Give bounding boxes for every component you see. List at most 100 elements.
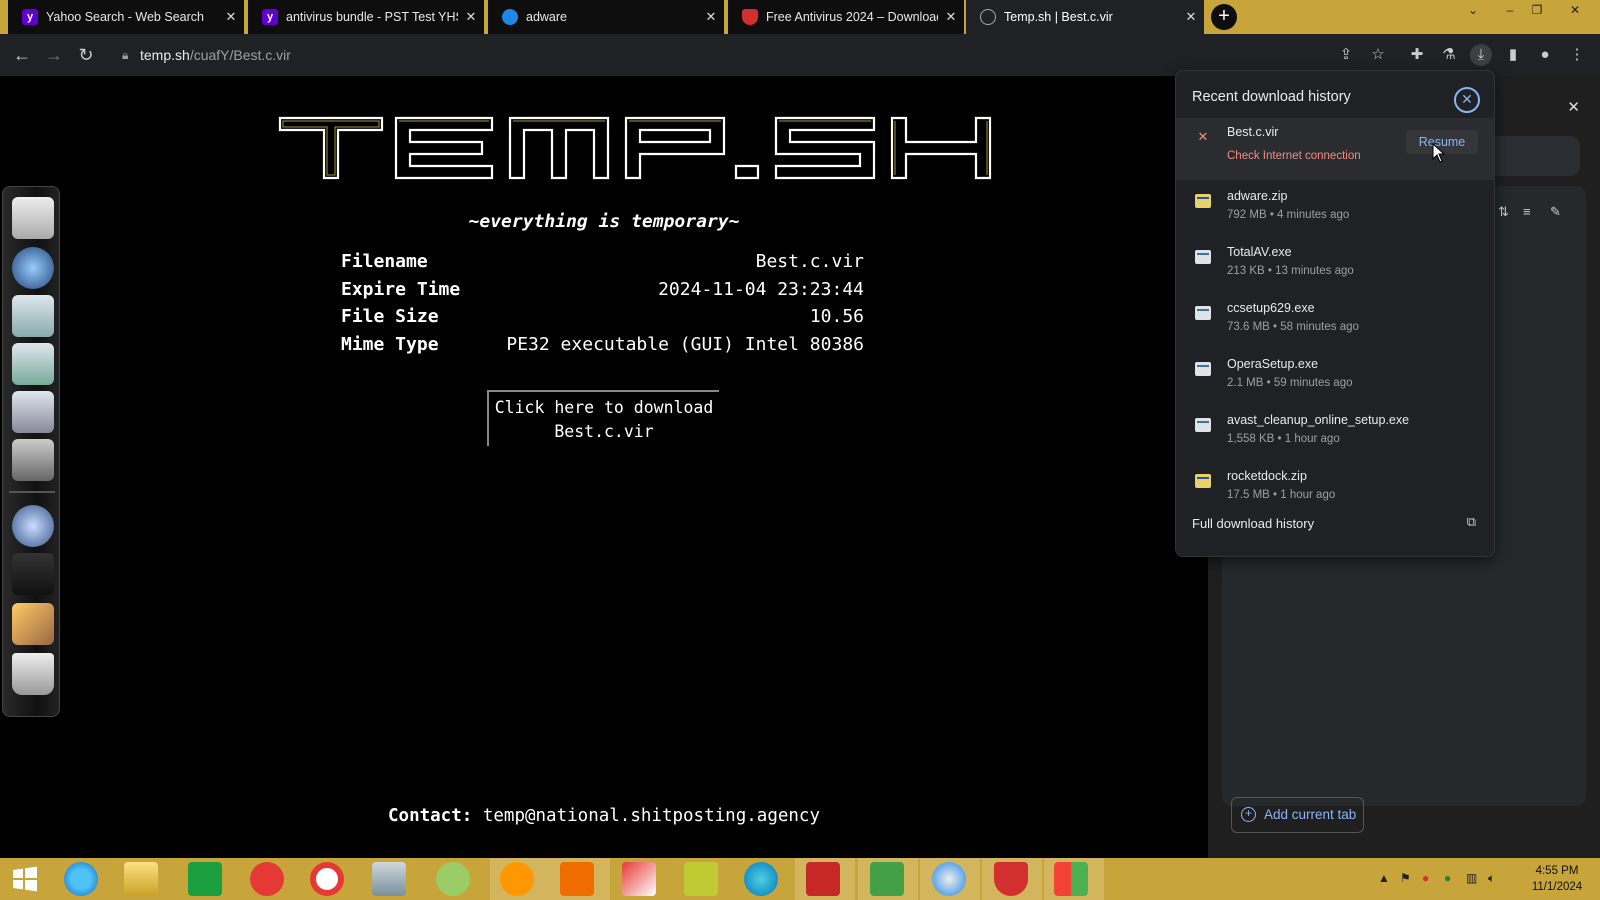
sort-icon[interactable]: ⇅	[1498, 204, 1509, 220]
yandex-browser-icon[interactable]	[310, 862, 344, 896]
minimize-button[interactable]: –	[1495, 0, 1525, 22]
close-window-button[interactable]: ✕	[1560, 0, 1590, 22]
tab-yahoo-search[interactable]: y Yahoo Search - Web Search ✕	[8, 0, 244, 34]
download-name: Best.c.vir	[1227, 125, 1279, 139]
side-panel-icon[interactable]: ▮	[1502, 44, 1524, 66]
download-item-adware-zip[interactable]: adware.zip 792 MB • 4 minutes ago	[1176, 182, 1494, 237]
open-external-icon[interactable]: ⧉	[1467, 514, 1476, 530]
extensions-icon[interactable]: ✚	[1406, 44, 1428, 66]
dock-separator	[9, 491, 55, 493]
reload-icon[interactable]: ↻	[74, 43, 98, 67]
close-icon[interactable]: ✕	[938, 9, 964, 25]
media-icon[interactable]	[12, 553, 54, 595]
bookmark-star-icon[interactable]: ☆	[1367, 44, 1389, 66]
tools-icon[interactable]	[12, 603, 54, 645]
tab-antivirus-bundle[interactable]: y antivirus bundle - PST Test YHS ✕	[248, 0, 484, 34]
tab-search-icon[interactable]: ⌄	[1458, 0, 1488, 22]
filename-label: Filename	[341, 251, 428, 272]
tab-adware[interactable]: adware ✕	[488, 0, 724, 34]
download-name: avast_cleanup_online_setup.exe	[1227, 413, 1410, 427]
tray-overflow-icon[interactable]: ▲	[1378, 871, 1390, 885]
downloads-icon[interactable]: ⤓	[1470, 44, 1492, 66]
download-item-ccsetup-exe[interactable]: ccsetup629.exe 73.6 MB • 58 minutes ago	[1176, 294, 1494, 349]
temp-sh-logo	[278, 116, 992, 180]
expire-time-row: Expire Time 2024-11-04 23:23:44	[341, 276, 864, 304]
close-icon[interactable]: ✕	[218, 9, 244, 25]
windows-logo-icon	[13, 866, 37, 892]
restore-button[interactable]: ❐	[1522, 0, 1552, 22]
internet-explorer-icon[interactable]	[64, 862, 98, 896]
share-icon[interactable]: ⇪	[1335, 44, 1357, 66]
documents-folder-icon[interactable]	[12, 343, 54, 385]
address-bar[interactable]: 🔒︎ temp.sh/cuafY/Best.c.vir	[110, 40, 1370, 70]
network-globe-icon[interactable]	[12, 505, 54, 547]
download-item-totalav-exe[interactable]: TotalAV.exe 213 KB • 13 minutes ago	[1176, 238, 1494, 293]
store-icon[interactable]	[188, 862, 222, 896]
filename-value: Best.c.vir	[755, 251, 864, 272]
close-icon[interactable]: ✕	[1178, 9, 1204, 25]
tab-temp-sh[interactable]: Temp.sh | Best.c.vir ✕	[966, 0, 1204, 34]
close-icon[interactable]: ✕	[698, 9, 724, 25]
mime-type-label: Mime Type	[341, 333, 439, 355]
back-icon[interactable]: ←	[10, 43, 34, 67]
volume-icon[interactable]: 🔈︎	[1488, 871, 1495, 886]
exe-file-icon	[1195, 306, 1211, 320]
control-panel-icon[interactable]	[12, 439, 54, 481]
flag-icon[interactable]: ⚑	[1400, 871, 1411, 885]
download-error-text: Check Internet connection	[1227, 150, 1361, 162]
download-item-operasetup-exe[interactable]: OperaSetup.exe 2.1 MB • 59 minutes ago	[1176, 350, 1494, 405]
forward-icon[interactable]: →	[42, 43, 66, 67]
download-name: adware.zip	[1227, 189, 1288, 203]
notepad-icon[interactable]	[12, 197, 54, 239]
edit-icon[interactable]: ✎	[1550, 204, 1561, 220]
file-info-table: Filename Best.c.vir Expire Time 2024-11-…	[341, 248, 864, 358]
download-link-button[interactable]: Click here to download Best.c.vir	[487, 390, 719, 446]
security-app-icon[interactable]	[806, 862, 840, 896]
windows-flag-app-icon[interactable]	[1054, 862, 1088, 896]
download-item-rocketdock-zip[interactable]: rocketdock.zip 17.5 MB • 1 hour ago	[1176, 462, 1494, 517]
contact-email-link[interactable]: temp@national.shitposting.agency	[483, 806, 820, 826]
checkmark-app-icon[interactable]	[870, 862, 904, 896]
tray-antivirus-icon[interactable]: ●	[1422, 871, 1429, 885]
pictures-folder-icon[interactable]	[12, 391, 54, 433]
mouse-cursor-icon	[1432, 143, 1446, 163]
add-current-tab-button[interactable]: + Add current tab	[1231, 797, 1364, 833]
app-icon[interactable]	[372, 862, 406, 896]
side-panel-close-icon[interactable]: ✕	[1567, 98, 1580, 116]
start-button[interactable]	[8, 862, 42, 896]
desktop-dock	[2, 186, 60, 717]
yandex-icon[interactable]	[250, 862, 284, 896]
chart-app-icon[interactable]	[684, 862, 718, 896]
zip-file-icon	[1195, 474, 1211, 488]
list-view-icon[interactable]: ≡	[1523, 204, 1531, 219]
new-tab-button[interactable]: +	[1211, 4, 1237, 30]
folder-icon[interactable]	[12, 295, 54, 337]
antivirus-shield-icon[interactable]	[994, 862, 1028, 896]
menu-kebab-icon[interactable]: ⋮	[1566, 44, 1588, 66]
network-icon[interactable]: ▥	[1466, 871, 1477, 885]
add-app-icon[interactable]	[436, 862, 470, 896]
expire-time-value: 2024-11-04 23:23:44	[658, 278, 864, 300]
tab-free-antivirus[interactable]: Free Antivirus 2024 – Download ✕	[728, 0, 964, 34]
system-clock[interactable]: 4:55 PM 11/1/2024	[1522, 863, 1592, 895]
edge-icon[interactable]	[744, 862, 778, 896]
download-item-best-c-vir[interactable]: ✕ Best.c.vir Check Internet connection R…	[1176, 118, 1494, 180]
file-explorer-icon[interactable]	[124, 862, 158, 896]
paint-app-icon[interactable]	[622, 862, 656, 896]
recycle-bin-icon[interactable]	[12, 653, 54, 695]
rocket-app-icon[interactable]	[560, 862, 594, 896]
full-download-history-link[interactable]: Full download history	[1192, 516, 1314, 531]
globe-icon	[980, 9, 996, 25]
close-icon[interactable]: ✕	[458, 9, 484, 25]
profile-icon[interactable]: ●	[1534, 44, 1556, 66]
search-app-icon[interactable]	[500, 862, 534, 896]
close-icon[interactable]: ✕	[1454, 87, 1480, 113]
labs-flask-icon[interactable]: ⚗	[1438, 44, 1460, 66]
download-meta: 1,558 KB • 1 hour ago	[1227, 433, 1340, 445]
chrome-icon[interactable]	[932, 862, 966, 896]
lock-icon: 🔒︎	[122, 48, 129, 62]
internet-globe-icon[interactable]	[12, 247, 54, 289]
tray-green-icon[interactable]: ●	[1444, 871, 1451, 885]
exe-file-icon	[1195, 250, 1211, 264]
download-item-avast-cleanup-exe[interactable]: avast_cleanup_online_setup.exe 1,558 KB …	[1176, 406, 1494, 461]
